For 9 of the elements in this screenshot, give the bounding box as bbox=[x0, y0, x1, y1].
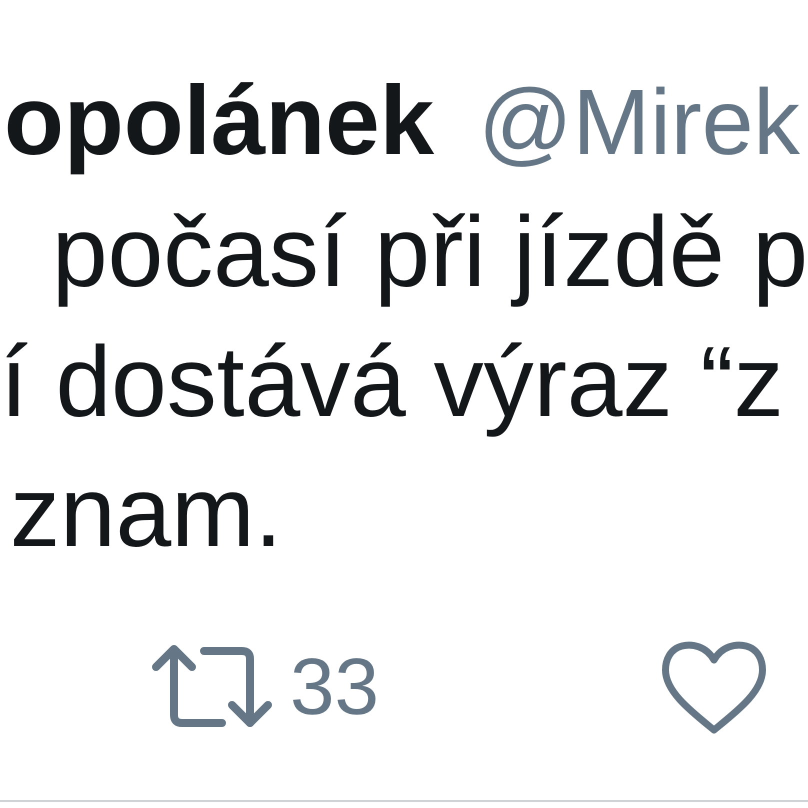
tweet-text-line: í dostává výraz “z bbox=[0, 325, 784, 440]
retweet-icon bbox=[152, 645, 272, 729]
tweet-text-line: počasí při jízdě p bbox=[52, 195, 808, 310]
tweet-text-line: znam. bbox=[10, 455, 282, 570]
author-name: opolánek bbox=[4, 64, 434, 177]
like-button[interactable] bbox=[662, 640, 766, 734]
heart-icon bbox=[662, 640, 766, 734]
author-handle: @Mirek bbox=[478, 69, 800, 176]
retweet-button[interactable]: 33 bbox=[152, 645, 379, 729]
